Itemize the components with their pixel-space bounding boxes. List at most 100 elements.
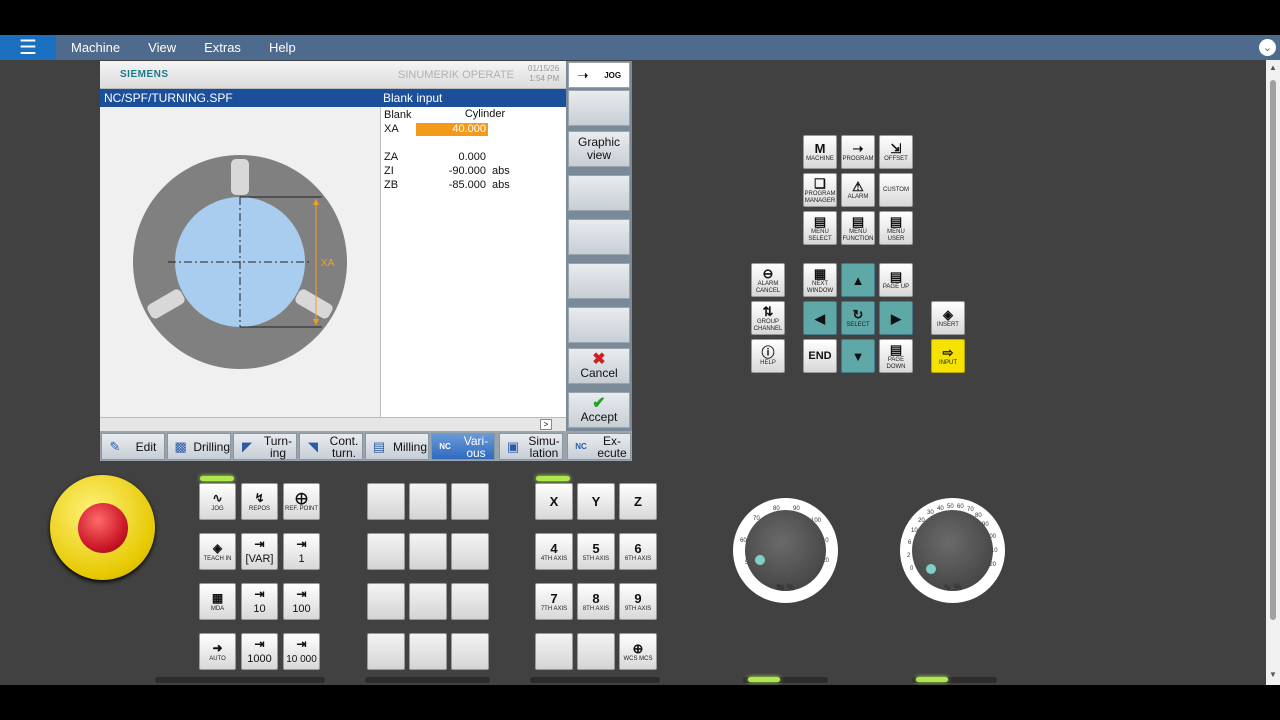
hamburger-menu-icon[interactable]: ☰ [0, 35, 56, 60]
accept-softkey[interactable]: ✔ Accept [568, 392, 630, 428]
menu-view[interactable]: View [148, 40, 176, 55]
increment-10000-key[interactable]: ⇥ 10 000 [283, 633, 320, 670]
blank-key[interactable] [451, 483, 489, 520]
input-key[interactable]: ⇨ INPUT [931, 339, 965, 373]
group-channel-key[interactable]: ⇅ GROUP CHANNEL [751, 301, 785, 335]
axis-9-key[interactable]: 9 9TH AXIS [619, 583, 657, 620]
edit-softkey[interactable]: ✎ Edit [101, 433, 165, 460]
jog-mode-key[interactable]: ➝ JOG [568, 62, 630, 88]
blank-axis-key[interactable] [535, 633, 573, 670]
machine-key[interactable]: M MACHINE [803, 135, 837, 169]
menu-select-key[interactable]: ▤ MENU SELECT [803, 211, 837, 245]
insert-key[interactable]: ◈ INSERT [931, 301, 965, 335]
axis-7-key[interactable]: 7 7TH AXIS [535, 583, 573, 620]
end-key[interactable]: END [803, 339, 837, 373]
page-up-key[interactable]: ▤ PAGE UP [879, 263, 913, 297]
increment-1-key[interactable]: ⇥ 1 [283, 533, 320, 570]
repos-key[interactable]: ↯ REPOS [241, 483, 278, 520]
cursor-right-key[interactable]: ▶ [879, 301, 913, 335]
alarm-cancel-key[interactable]: ⊖ ALARM CANCEL [751, 263, 785, 297]
cursor-left-key[interactable]: ◀ [803, 301, 837, 335]
emergency-stop-cap[interactable] [78, 503, 128, 553]
emergency-stop-button[interactable] [50, 475, 155, 580]
increment-10-key[interactable]: ⇥ 10 [241, 583, 278, 620]
program-key[interactable]: ➝ PROGRAM [841, 135, 875, 169]
softkey-v3[interactable] [568, 175, 630, 211]
contour-turning-softkey[interactable]: ◥ Cont. turn. [299, 433, 363, 460]
ref-point-key[interactable]: ⨁ REF. POINT [283, 483, 320, 520]
softkey-v6[interactable] [568, 307, 630, 343]
zb-input[interactable]: -85.000 [416, 179, 488, 192]
simulation-softkey[interactable]: ▣ Simu-lation [499, 433, 563, 460]
feed-override-dial[interactable]: 50 60 70 80 90 100 110 120 ↹ % [733, 498, 838, 603]
za-input[interactable]: 0.000 [416, 151, 488, 164]
menu-user-key[interactable]: ▤ MENU USER [879, 211, 913, 245]
teach-in-icon: ◈ [212, 540, 223, 555]
spindle-override-knob[interactable] [912, 510, 993, 591]
blank-key[interactable] [367, 583, 405, 620]
blank-type-select[interactable]: Cylinder [416, 108, 554, 122]
blank-key[interactable] [367, 533, 405, 570]
axis-z-key[interactable]: Z [619, 483, 657, 520]
mda-key[interactable]: ▦ MDA [199, 583, 236, 620]
menu-machine[interactable]: Machine [71, 40, 120, 55]
wcs-mcs-key[interactable]: ⊕ WCS MCS [619, 633, 657, 670]
increment-1000-key[interactable]: ⇥ 1000 [241, 633, 278, 670]
next-window-key[interactable]: ▦ NEXT WINDOW [803, 263, 837, 297]
select-key[interactable]: ↻ SELECT [841, 301, 875, 335]
spindle-override-dial[interactable]: 0 2 6 10 20 30 40 50 60 70 80 90 100 110… [900, 498, 1005, 603]
softkey-v1[interactable] [568, 90, 630, 126]
milling-softkey[interactable]: ▤ Milling [365, 433, 429, 460]
menu-extras[interactable]: Extras [204, 40, 241, 55]
auto-key[interactable]: ➜ AUTO [199, 633, 236, 670]
various-softkey[interactable]: NC Vari-ous [431, 433, 495, 460]
menu-function-key[interactable]: ▤ MENU FUNCTION [841, 211, 875, 245]
axis-y-key[interactable]: Y [577, 483, 615, 520]
vertical-scrollbar[interactable]: ▲ ▼ [1266, 60, 1280, 685]
softkey-v5[interactable] [568, 263, 630, 299]
blank-key[interactable] [367, 483, 405, 520]
more-arrow-icon[interactable]: > [540, 419, 552, 430]
blank-key[interactable] [451, 583, 489, 620]
axis-4-key[interactable]: 4 4TH AXIS [535, 533, 573, 570]
scroll-down-icon[interactable]: ▼ [1269, 670, 1277, 679]
cursor-down-key[interactable]: ▼ [841, 339, 875, 373]
offset-key[interactable]: ⇲ OFFSET [879, 135, 913, 169]
blank-key[interactable] [451, 533, 489, 570]
blank-key[interactable] [409, 533, 447, 570]
axis-x-key[interactable]: X [535, 483, 573, 520]
drilling-softkey[interactable]: ▩ Drilling [167, 433, 231, 460]
page-down-key[interactable]: ▤ PAGE DOWN [879, 339, 913, 373]
zi-input[interactable]: -90.000 [416, 165, 488, 178]
spindle-icon: ∿ [943, 582, 951, 592]
cursor-up-key[interactable]: ▲ [841, 263, 875, 297]
axis-5-key[interactable]: 5 5TH AXIS [577, 533, 615, 570]
teach-in-key[interactable]: ◈ TEACH IN [199, 533, 236, 570]
blank-key[interactable] [409, 633, 447, 670]
jog-key[interactable]: ∿ JOG [199, 483, 236, 520]
blank-key[interactable] [409, 583, 447, 620]
blank-key[interactable] [367, 633, 405, 670]
custom-key[interactable]: CUSTOM [879, 173, 913, 207]
increment-100-key[interactable]: ⇥ 100 [283, 583, 320, 620]
blank-key[interactable] [409, 483, 447, 520]
execute-softkey[interactable]: NC Ex-ecute [567, 433, 631, 460]
alarm-key[interactable]: ⚠ ALARM [841, 173, 875, 207]
axis-6-key[interactable]: 6 6TH AXIS [619, 533, 657, 570]
cancel-softkey[interactable]: ✖ Cancel [568, 348, 630, 384]
scrollbar-thumb[interactable] [1270, 80, 1276, 620]
xa-input[interactable]: 40.000 [416, 123, 488, 136]
blank-axis-key[interactable] [577, 633, 615, 670]
help-key[interactable]: ⓘ HELP [751, 339, 785, 373]
feed-override-knob[interactable] [745, 510, 826, 591]
axis-8-key[interactable]: 8 8TH AXIS [577, 583, 615, 620]
scroll-up-icon[interactable]: ▲ [1269, 63, 1277, 72]
turning-softkey[interactable]: ◤ Turn-ing [233, 433, 297, 460]
graphic-view-softkey[interactable]: Graphic view [568, 131, 630, 167]
program-manager-key[interactable]: ❏ PROGRAM MANAGER [803, 173, 837, 207]
softkey-v4[interactable] [568, 219, 630, 255]
menu-help[interactable]: Help [269, 40, 296, 55]
var-increment-key[interactable]: ⇥ [VAR] [241, 533, 278, 570]
chevron-down-icon[interactable]: ⌄ [1259, 39, 1276, 56]
blank-key[interactable] [451, 633, 489, 670]
